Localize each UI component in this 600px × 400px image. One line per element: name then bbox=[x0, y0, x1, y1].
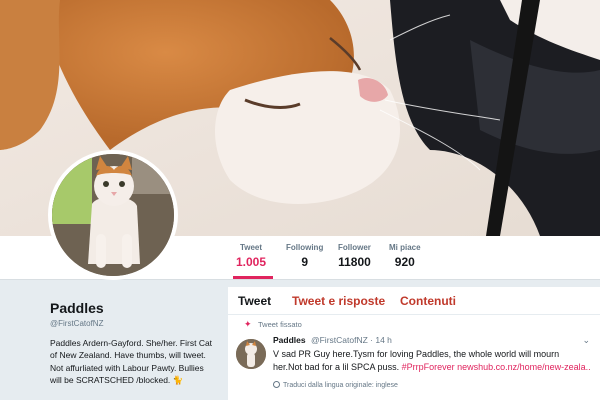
tweet-author-name[interactable]: Paddles bbox=[273, 335, 306, 345]
bio-line: Paddles Ardern-Gayford. She/her. First C… bbox=[50, 338, 213, 348]
pinned-label-row: ✦ Tweet fissato bbox=[244, 319, 302, 329]
active-stat-indicator bbox=[233, 276, 273, 279]
stat-value: 920 bbox=[394, 255, 415, 269]
tweet-text-line: V sad PR Guy here.Tysm for loving Paddle… bbox=[273, 349, 560, 359]
avatar-cat-image bbox=[52, 154, 174, 276]
tab-media[interactable]: Contenuti bbox=[400, 294, 456, 308]
stat-followers[interactable]: Follower 11800 bbox=[338, 243, 371, 269]
bio-line: of New Zealand. Have thumbs, will tweet. bbox=[50, 350, 206, 361]
globe-icon bbox=[273, 381, 280, 388]
timeline-tabs: Tweet Tweet e risposte Contenuti bbox=[228, 287, 600, 315]
profile-page: Tweet 1.005 Following 9 Follower 11800 M… bbox=[0, 0, 600, 400]
profile-handle[interactable]: @FirstCatofNZ bbox=[50, 319, 225, 328]
tweet-avatar[interactable] bbox=[236, 339, 266, 369]
bio-line: will be SCRATSCHED /blocked. 🐈 bbox=[50, 374, 184, 385]
stat-value: 11800 bbox=[338, 255, 371, 269]
profile-avatar[interactable] bbox=[48, 150, 178, 280]
stat-tweets[interactable]: Tweet 1.005 bbox=[236, 243, 266, 269]
stat-label: Tweet bbox=[239, 243, 263, 252]
translate-link[interactable]: Traduci dalla lingua originale: inglese bbox=[273, 381, 398, 389]
tweet-avatar-cat-image bbox=[236, 339, 266, 369]
tab-tweets[interactable]: Tweet bbox=[238, 294, 271, 308]
stat-label: Following bbox=[286, 243, 324, 252]
stat-likes[interactable]: Mi piace 920 bbox=[389, 243, 421, 269]
tweet-text: V sad PR Guy here.Tysm for loving Paddle… bbox=[273, 348, 591, 374]
translate-label: Traduci dalla lingua originale: inglese bbox=[283, 382, 398, 389]
stat-value: 9 bbox=[301, 255, 308, 269]
timeline: Tweet Tweet e risposte Contenuti ✦ Tweet… bbox=[228, 287, 600, 400]
tweet-meta[interactable]: @FirstCatofNZ · 14 h bbox=[311, 335, 392, 345]
tab-tweets-and-replies[interactable]: Tweet e risposte bbox=[292, 294, 385, 308]
pinned-tweet[interactable]: ✦ Tweet fissato Paddles @FirstCatofNZ · … bbox=[228, 315, 600, 400]
profile-bio: Paddles Ardern-Gayford. She/her. First C… bbox=[50, 337, 225, 386]
profile-name[interactable]: Paddles bbox=[50, 300, 225, 316]
stat-label: Mi piace bbox=[389, 243, 421, 252]
tweet-link[interactable]: #PrrpForever newshub.co.nz/home/new-zeal… bbox=[402, 362, 591, 372]
profile-card: Paddles @FirstCatofNZ Paddles Ardern-Gay… bbox=[50, 300, 225, 386]
pinned-label: Tweet fissato bbox=[258, 320, 302, 329]
stat-label: Follower bbox=[338, 243, 371, 252]
tweet-text-line: her.Not bad for a lil SPCA puss. #PrrpFo… bbox=[273, 361, 591, 374]
stat-following[interactable]: Following 9 bbox=[286, 243, 323, 269]
tweet-text-plain: her.Not bad for a lil SPCA puss. bbox=[273, 362, 402, 373]
tweet-header: Paddles @FirstCatofNZ · 14 h bbox=[273, 335, 392, 345]
pin-icon: ✦ bbox=[244, 319, 252, 329]
bio-line: Not affurliated with Labour Pawty. Bulli… bbox=[50, 362, 204, 373]
stat-value: 1.005 bbox=[236, 255, 267, 269]
chevron-down-icon[interactable]: ⌄ bbox=[582, 335, 590, 346]
